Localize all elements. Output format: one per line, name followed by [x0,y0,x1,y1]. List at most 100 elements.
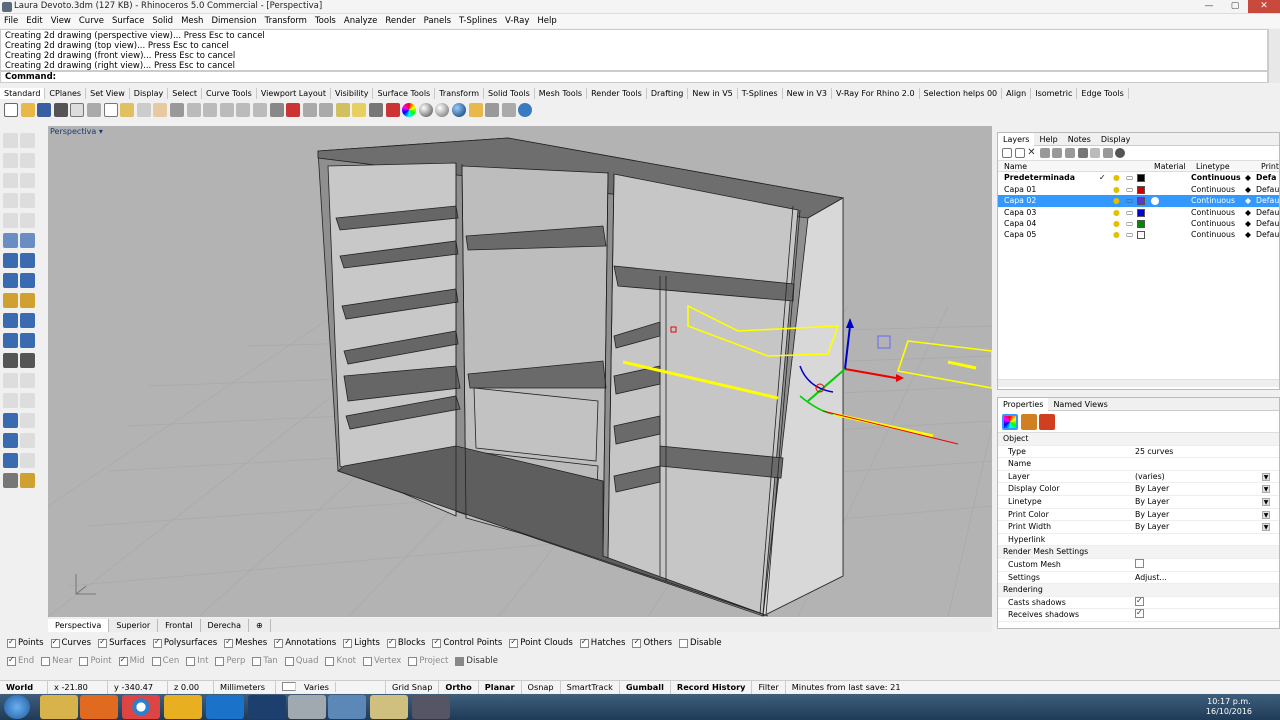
menu-solid[interactable]: Solid [148,14,177,28]
toggle-ortho[interactable]: Ortho [439,680,479,694]
toggle-gumball[interactable]: Gumball [620,680,671,694]
layer-linetype[interactable]: Continuous [1191,184,1235,195]
filter-curves-checkbox[interactable] [50,637,60,648]
menu-dimension[interactable]: Dimension [207,14,260,28]
tab-align[interactable]: Align [1002,88,1032,99]
layer-linetype[interactable]: Continuous [1191,172,1241,183]
material-swatch[interactable] [1151,197,1159,206]
osnap-near-checkbox[interactable] [41,656,51,666]
tab-mesh-tools[interactable]: Mesh Tools [535,88,588,99]
lock-icon[interactable]: ▭ [1126,195,1133,206]
menu-transform[interactable]: Transform [261,14,311,28]
dimension-icon[interactable] [3,433,18,448]
move-tool-icon[interactable] [3,373,18,388]
viewport-title[interactable]: Perspectiva ▾ [50,127,103,136]
menu-tools[interactable]: Tools [311,14,340,28]
layer-row[interactable]: Capa 03 ● ▭ Continuous ◆ Default [998,207,1280,218]
perspective-viewport[interactable] [48,126,992,617]
light-bulb-icon[interactable]: ● [1113,184,1120,195]
layer-print-width[interactable]: Defa [1256,172,1276,183]
toggle-record-history[interactable]: Record History [671,680,753,694]
property-value[interactable]: By Layer [1135,483,1169,496]
viewport-tab-frontal[interactable]: Frontal [158,618,201,632]
split-icon[interactable] [20,333,35,348]
osnap-disable-checkbox[interactable] [455,656,465,666]
osnap-cen-checkbox[interactable] [151,656,161,666]
cplane-indicator[interactable]: World [0,680,48,694]
property-row[interactable]: Display Color By Layer ▼ [998,483,1279,496]
print-color-icon[interactable]: ◆ [1245,184,1251,195]
layer-color-swatch[interactable] [1137,174,1145,183]
filter-blocks-checkbox[interactable] [386,637,396,648]
tab-vray-for-rhino[interactable]: V-Ray For Rhino 2.0 [832,88,920,99]
layer-help-icon[interactable] [1115,148,1126,158]
tab-standard[interactable]: Standard [0,88,46,99]
print-color-icon[interactable]: ◆ [1245,207,1251,218]
panel-tab-properties[interactable]: Properties [998,397,1049,411]
analyze-icon[interactable] [3,453,18,468]
box-icon[interactable] [3,253,18,268]
menu-curve[interactable]: Curve [75,14,108,28]
new-sublayer-icon[interactable] [1014,148,1025,158]
viewport-grid-icon[interactable] [269,103,284,117]
folder-taskbar-icon[interactable] [164,695,202,719]
arc-icon[interactable] [20,173,35,188]
property-checkbox[interactable] [1135,558,1144,568]
layer-print-width[interactable]: Default [1256,229,1280,240]
tab-cplanes[interactable]: CPlanes [45,88,87,99]
tab-drafting[interactable]: Drafting [647,88,689,99]
viewport-tab-derecha[interactable]: Derecha [201,618,250,632]
osnap-int-checkbox[interactable] [186,656,196,666]
light-bulb-icon[interactable]: ● [1113,195,1120,206]
layer-row[interactable]: Capa 05 ● ▭ Continuous ◆ Default [998,229,1280,240]
window-taskbar-icon[interactable] [328,695,366,719]
object-properties-icon[interactable] [1002,413,1018,430]
lock-icon[interactable]: ▭ [1126,229,1133,240]
rotate-view-icon[interactable] [169,103,184,117]
property-row[interactable]: Receives shadows [998,607,1279,622]
copy-tool-icon[interactable] [20,373,35,388]
array-icon[interactable] [3,413,18,428]
menu-surface[interactable]: Surface [108,14,148,28]
osnap-point-checkbox[interactable] [79,656,89,666]
fillet-curve-icon[interactable] [20,213,35,228]
layer-linetype[interactable]: Continuous [1191,229,1235,240]
layer-print-width[interactable]: Default [1256,184,1280,195]
property-row[interactable]: Linetype By Layer ▼ [998,496,1279,509]
filter-others-checkbox[interactable] [632,637,642,648]
tab-curve-tools[interactable]: Curve Tools [202,88,257,99]
menu-view[interactable]: View [47,14,75,28]
close-button[interactable]: ✕ [1248,0,1280,13]
filter-control-points-checkbox[interactable] [432,637,442,648]
save-icon[interactable] [37,103,52,117]
lights-tool-icon[interactable] [20,473,35,488]
rendered-sphere-icon[interactable] [435,103,450,117]
osnap-mid-checkbox[interactable] [118,655,128,666]
property-value[interactable]: By Layer [1135,509,1169,522]
units-indicator[interactable]: Millimeters [214,680,276,694]
light-bulb-icon[interactable] [352,103,367,117]
layer-print-width[interactable]: Default [1256,218,1280,229]
curve-icon[interactable] [20,153,35,168]
tab-isometric[interactable]: Isometric [1031,88,1078,99]
cplane-icon[interactable] [286,103,301,117]
group-icon[interactable] [3,353,18,368]
filter-layers-icon[interactable] [1077,148,1088,158]
boolean-icon[interactable] [3,293,18,308]
menu-file[interactable]: File [0,14,22,28]
surface-icon[interactable] [3,233,18,248]
menu-render[interactable]: Render [381,14,419,28]
trim-icon[interactable] [3,333,18,348]
material-icon[interactable] [1020,413,1037,430]
rectangle-icon[interactable] [20,193,35,208]
lock-icon[interactable]: ▭ [1126,207,1133,218]
menu-tsplines[interactable]: T-Splines [455,14,501,28]
join-icon[interactable] [3,313,18,328]
print-color-icon[interactable]: ◆ [1245,195,1251,206]
tab-new-in-v3[interactable]: New in V3 [783,88,832,99]
texture-mapping-icon[interactable] [1039,413,1056,430]
menu-mesh[interactable]: Mesh [177,14,207,28]
layer-icon[interactable] [385,103,400,117]
layers-hscrollbar[interactable] [998,379,1279,387]
panel-tab-named-views[interactable]: Named Views [1048,398,1112,411]
